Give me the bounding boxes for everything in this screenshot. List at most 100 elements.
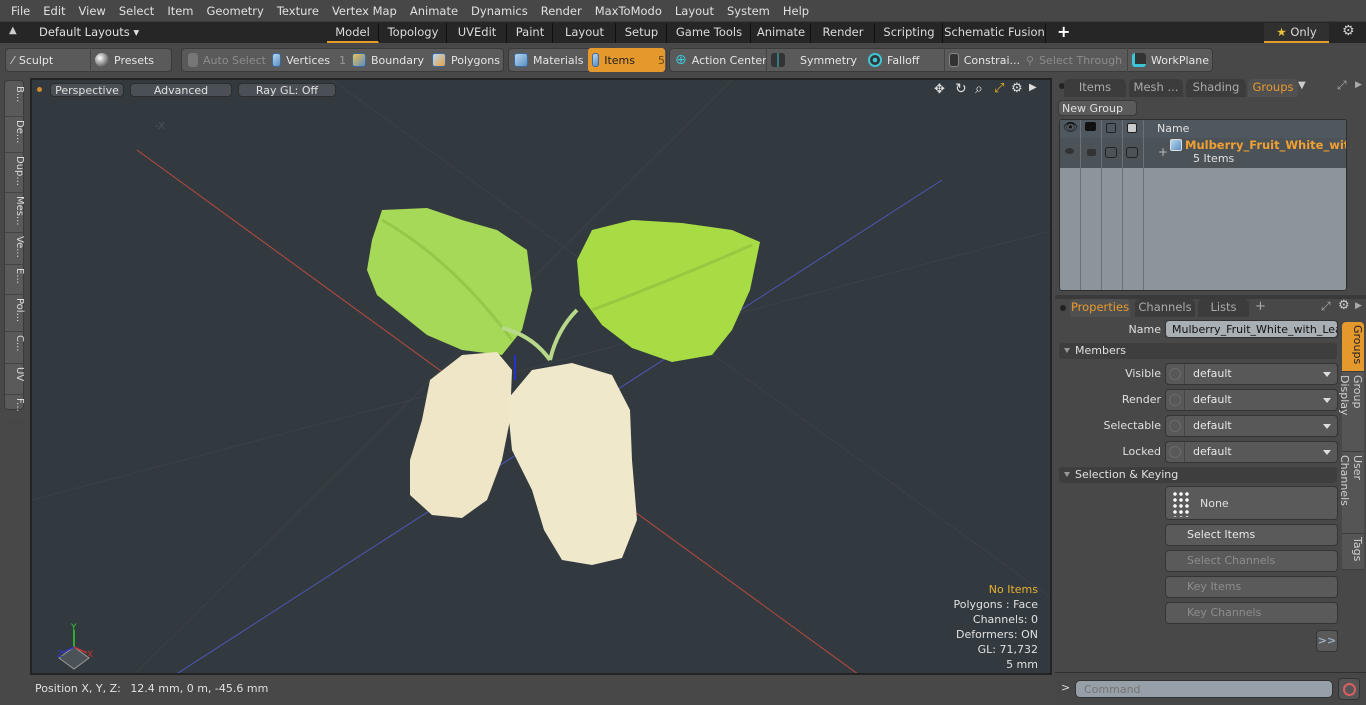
layout-tab-paint[interactable]: Paint <box>508 23 553 43</box>
menu-item[interactable]: Item <box>155 4 193 18</box>
auto-select-button[interactable]: Auto Select <box>184 48 266 72</box>
materials-button[interactable]: Materials <box>510 48 586 72</box>
move-view-icon[interactable]: ✥ <box>934 82 945 97</box>
menu-layout[interactable]: Layout <box>663 4 714 18</box>
menu-dynamics[interactable]: Dynamics <box>459 4 528 18</box>
side-tab-group-display[interactable]: Group Display <box>1338 372 1364 452</box>
menu-texture[interactable]: Texture <box>265 4 319 18</box>
left-tab-5[interactable]: E... <box>5 265 25 295</box>
members-section-header[interactable]: Members <box>1059 343 1337 359</box>
layout-tab-schematic-fusion[interactable]: Schematic Fusion <box>944 23 1046 43</box>
polygons-button[interactable]: Polygons <box>428 48 502 72</box>
sculpt-button[interactable]: ⁄ Sculpt <box>8 48 86 72</box>
group-name[interactable]: Mulberry_Fruit_White_wit ... <box>1185 138 1346 152</box>
viewport-status-dot[interactable] <box>37 87 42 92</box>
zoom-view-icon[interactable]: ⌕ <box>975 81 983 97</box>
render-camera-icon[interactable] <box>1085 122 1096 131</box>
layout-tab-uvedit[interactable]: UVEdit <box>448 23 507 43</box>
locked-cube-icon[interactable] <box>1127 123 1137 133</box>
record-button[interactable] <box>1338 678 1360 700</box>
advanced-button[interactable]: Advanced <box>130 83 232 97</box>
menu-animate[interactable]: Animate <box>398 4 458 18</box>
select-channels-button[interactable]: Select Channels <box>1165 550 1338 572</box>
falloff-button[interactable]: Falloff <box>864 48 942 72</box>
left-tab-4[interactable]: Ve... <box>5 233 25 265</box>
row-eye-icon[interactable] <box>1065 148 1074 154</box>
menu-view[interactable]: View <box>67 4 106 18</box>
side-tab-user-channels[interactable]: User Channels <box>1338 452 1364 534</box>
panel-arrow-icon[interactable]: ▶ <box>1355 80 1362 90</box>
only-toggle[interactable]: ★ Only <box>1264 23 1329 43</box>
properties-panel-tab-properties[interactable]: Properties <box>1070 299 1130 317</box>
vertices-button[interactable]: Vertices 1 <box>268 48 346 72</box>
left-tab-7[interactable]: C... <box>5 332 25 364</box>
groups-panel-tab-mesh[interactable]: Mesh ... <box>1129 79 1183 97</box>
panel-expand-icon[interactable]: ⤢ <box>1337 78 1347 93</box>
groups-tab-dropdown-icon[interactable]: ▼ <box>1298 80 1306 91</box>
ray-gl-button[interactable]: Ray GL: Off <box>238 83 336 97</box>
menu-edit[interactable]: Edit <box>31 4 65 18</box>
layout-tab-render[interactable]: Render <box>812 23 875 43</box>
groups-panel-tab-groups[interactable]: Groups <box>1248 79 1298 97</box>
constraints-button[interactable]: Constrai... <box>944 48 1020 72</box>
properties-panel-tab-channels[interactable]: Channels <box>1135 299 1195 317</box>
menu-geometry[interactable]: Geometry <box>195 4 264 18</box>
new-group-button[interactable]: New Group <box>1058 100 1137 116</box>
none-button[interactable]: None <box>1165 486 1338 520</box>
key-items-button[interactable]: Key Items <box>1165 576 1338 598</box>
side-tab-tags[interactable]: Tags <box>1342 534 1364 570</box>
command-input[interactable] <box>1075 680 1333 698</box>
collapse-up-icon[interactable]: ▲ <box>9 25 17 36</box>
layout-tab-layout[interactable]: Layout <box>554 23 616 43</box>
groups-panel-tab-items[interactable]: Items <box>1064 79 1126 97</box>
selectable-cube-icon[interactable] <box>1106 123 1116 133</box>
layout-tab-scripting[interactable]: Scripting <box>876 23 943 43</box>
select-through-button[interactable]: ⚲ Select Through <box>1022 48 1124 72</box>
left-tab-9[interactable]: F... <box>5 395 25 423</box>
items-button[interactable]: Items 5 <box>588 48 665 72</box>
more-button[interactable]: >> <box>1316 630 1338 652</box>
layout-tab-topology[interactable]: Topology <box>380 23 447 43</box>
key-channels-button[interactable]: Key Channels <box>1165 602 1338 624</box>
props-expand-icon[interactable]: ⤢ <box>1321 299 1331 314</box>
menu-help[interactable]: Help <box>771 4 809 18</box>
workplane-button[interactable]: WorkPlane <box>1127 48 1211 72</box>
maximize-view-icon[interactable]: ⤢ <box>994 81 1004 96</box>
properties-panel-tab-lists[interactable]: Lists <box>1198 299 1249 317</box>
selection-keying-section-header[interactable]: Selection & Keying <box>1059 467 1337 483</box>
menu-render[interactable]: Render <box>529 4 582 18</box>
add-layout-tab-button[interactable]: + <box>1057 22 1070 41</box>
presets-button[interactable]: Presets <box>90 48 170 72</box>
groups-panel-tab-shading[interactable]: Shading <box>1186 79 1246 97</box>
perspective-button[interactable]: Perspective <box>50 83 124 97</box>
render-dropdown[interactable]: default <box>1165 389 1338 411</box>
left-tab-0[interactable]: B... <box>5 83 25 117</box>
selectable-dropdown[interactable]: default <box>1165 415 1338 437</box>
name-field[interactable] <box>1165 320 1338 338</box>
menu-file[interactable]: File <box>0 4 30 18</box>
left-tab-2[interactable]: Dup... <box>5 153 25 193</box>
menu-maxtomodo[interactable]: MaxToModo <box>583 4 662 18</box>
group-list-scrollbar[interactable] <box>1348 119 1364 291</box>
left-tab-6[interactable]: Pol... <box>5 295 25 332</box>
expand-plus-icon[interactable]: + <box>1158 145 1168 159</box>
select-items-button[interactable]: Select Items <box>1165 524 1338 546</box>
layout-tab-animate[interactable]: Animate <box>752 23 811 43</box>
viewport-menu-arrow-icon[interactable]: ▶ <box>1029 82 1037 93</box>
row-camera-icon[interactable] <box>1087 149 1096 156</box>
add-props-tab-button[interactable]: + <box>1255 299 1266 314</box>
layout-tab-game-tools[interactable]: Game Tools <box>668 23 751 43</box>
locked-dropdown[interactable]: default <box>1165 441 1338 463</box>
left-tab-3[interactable]: Mes... <box>5 193 25 233</box>
side-tab-groups[interactable]: Groups <box>1342 322 1364 372</box>
rotate-view-icon[interactable]: ↻ <box>955 81 967 97</box>
row-locked-box[interactable] <box>1126 147 1138 158</box>
viewport-settings-icon[interactable]: ⚙ <box>1011 81 1023 96</box>
boundary-button[interactable]: Boundary <box>348 48 426 72</box>
left-tab-1[interactable]: De... <box>5 117 25 153</box>
row-selectable-box[interactable] <box>1105 147 1117 158</box>
column-name-header[interactable]: Name <box>1157 122 1189 135</box>
visibility-eye-icon[interactable]: 👁 <box>1063 120 1078 134</box>
props-gear-icon[interactable]: ⚙ <box>1338 298 1350 313</box>
menu-vertex-map[interactable]: Vertex Map <box>320 4 397 18</box>
